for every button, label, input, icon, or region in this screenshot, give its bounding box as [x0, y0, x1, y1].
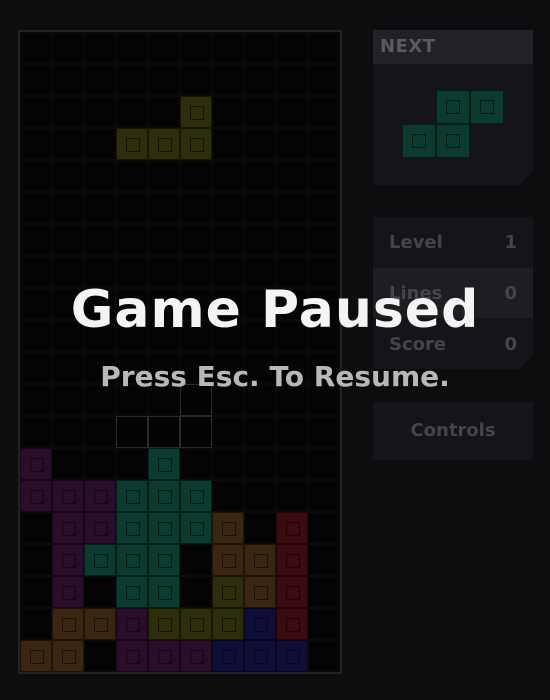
locked-block — [84, 544, 116, 576]
active-block — [180, 128, 212, 160]
locked-block — [20, 480, 52, 512]
locked-block — [180, 640, 212, 672]
locked-block — [148, 448, 180, 480]
locked-block — [52, 576, 84, 608]
locked-block — [180, 608, 212, 640]
locked-block — [212, 576, 244, 608]
next-piece-block — [402, 124, 436, 158]
next-piece-panel: NEXT — [373, 30, 533, 185]
locked-block — [244, 640, 276, 672]
locked-block — [276, 544, 308, 576]
next-piece-block — [436, 124, 470, 158]
locked-block — [148, 544, 180, 576]
locked-block — [52, 480, 84, 512]
locked-block — [212, 640, 244, 672]
pause-title: Game Paused — [70, 280, 480, 340]
locked-block — [180, 512, 212, 544]
locked-block — [244, 608, 276, 640]
locked-block — [276, 608, 308, 640]
ghost-block — [116, 416, 148, 448]
panel-corner — [519, 171, 533, 185]
locked-block — [212, 544, 244, 576]
locked-block — [116, 608, 148, 640]
locked-block — [148, 480, 180, 512]
locked-block — [84, 608, 116, 640]
next-piece-block — [436, 90, 470, 124]
next-label: NEXT — [373, 30, 533, 64]
locked-block — [52, 640, 84, 672]
locked-block — [52, 544, 84, 576]
active-block — [180, 96, 212, 128]
next-piece-block — [470, 90, 504, 124]
locked-block — [244, 576, 276, 608]
active-block — [116, 128, 148, 160]
locked-block — [148, 608, 180, 640]
locked-block — [276, 512, 308, 544]
locked-block — [148, 512, 180, 544]
locked-block — [148, 576, 180, 608]
locked-block — [276, 640, 308, 672]
locked-block — [20, 448, 52, 480]
level-label: Level — [389, 231, 443, 253]
locked-block — [212, 608, 244, 640]
locked-block — [148, 640, 180, 672]
active-block — [148, 128, 180, 160]
game-board — [18, 30, 342, 674]
stat-row-level: Level 1 — [373, 217, 533, 267]
level-value: 1 — [504, 231, 517, 253]
locked-block — [116, 640, 148, 672]
next-piece-preview — [373, 64, 533, 185]
locked-block — [180, 480, 212, 512]
ghost-block — [148, 416, 180, 448]
locked-block — [116, 512, 148, 544]
locked-block — [52, 512, 84, 544]
pause-subtitle: Press Esc. To Resume. — [100, 360, 450, 393]
locked-block — [116, 576, 148, 608]
controls-button[interactable]: Controls — [373, 402, 533, 460]
locked-block — [84, 512, 116, 544]
locked-block — [116, 544, 148, 576]
locked-block — [212, 512, 244, 544]
locked-block — [276, 576, 308, 608]
locked-block — [116, 480, 148, 512]
locked-block — [244, 544, 276, 576]
ghost-block — [180, 416, 212, 448]
locked-block — [52, 608, 84, 640]
locked-block — [20, 640, 52, 672]
locked-block — [84, 480, 116, 512]
